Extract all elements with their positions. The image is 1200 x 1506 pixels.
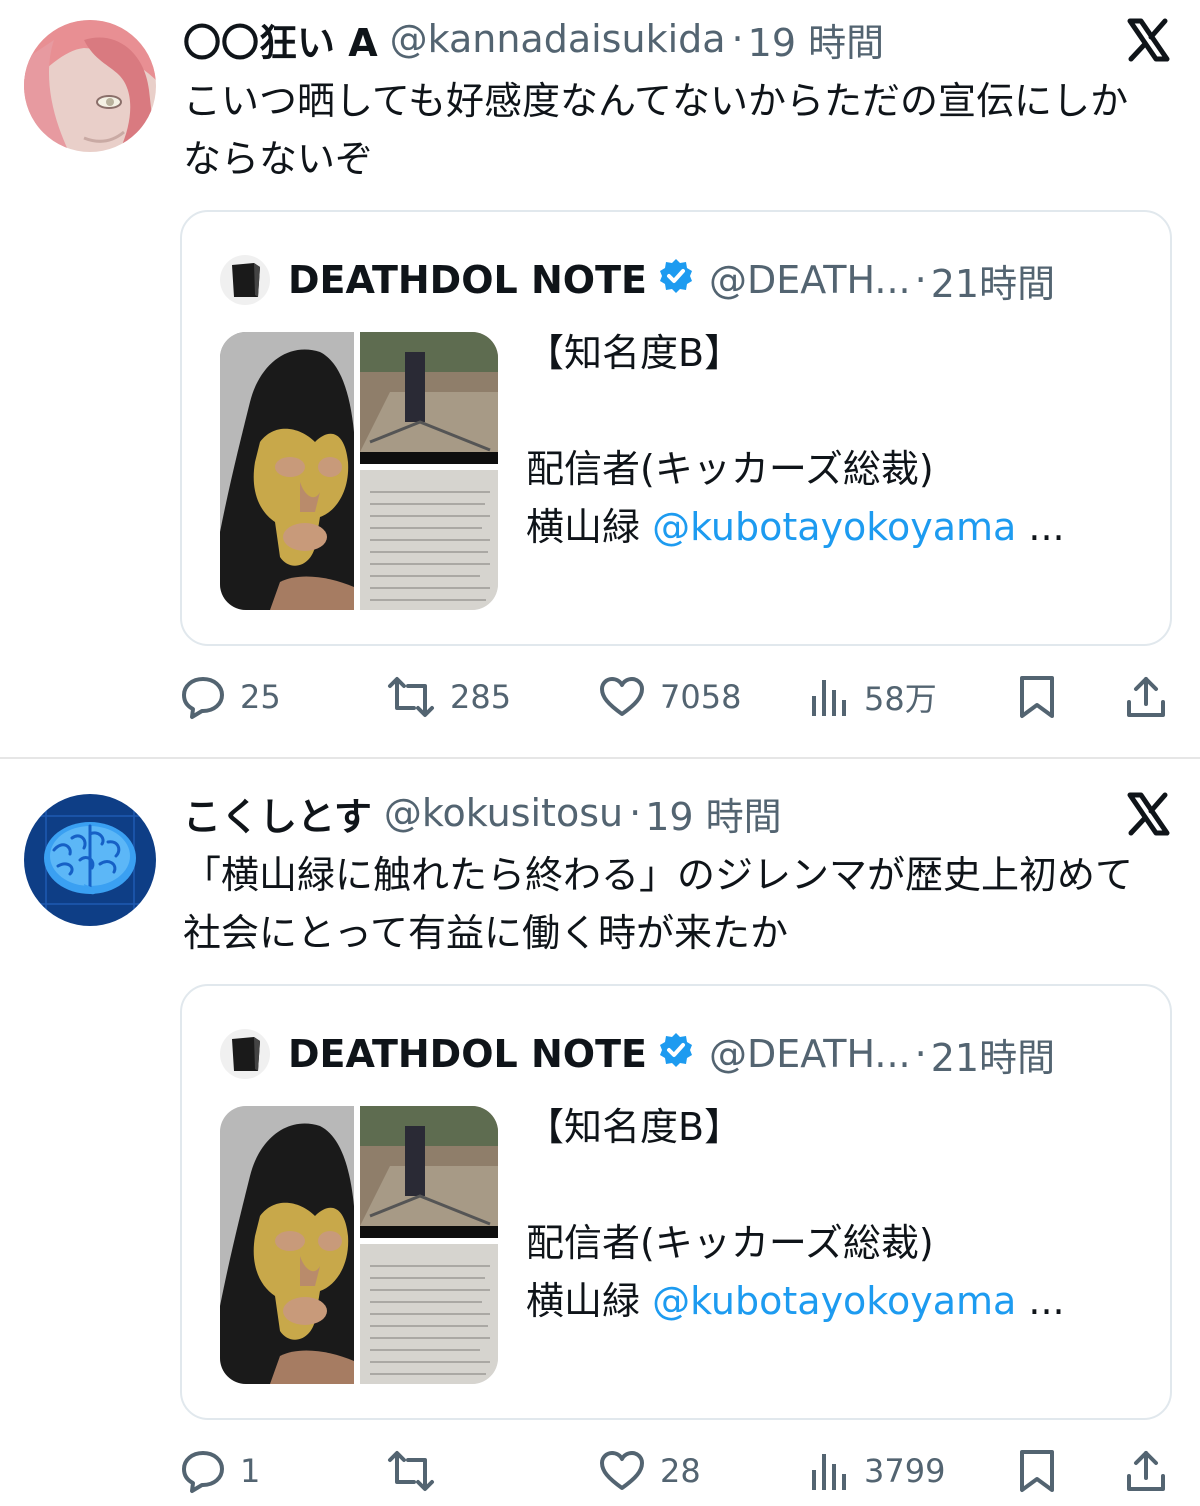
quote-text-line: 横山緑 @kubotayokoyama ... <box>526 1272 1146 1330</box>
like-icon <box>598 674 646 720</box>
quote-header: DEATHDOL NOTE @DEATH... · 21時間 <box>220 1024 1055 1084</box>
quote-display-name[interactable]: DEATHDOL NOTE <box>288 1032 647 1076</box>
x-logo-icon <box>1126 18 1170 62</box>
verified-badge-icon <box>657 1031 695 1078</box>
bookmark-icon <box>1016 674 1058 720</box>
user-handle[interactable]: @kannadaisukida <box>390 17 726 61</box>
mention-link[interactable]: @kubotayokoyama <box>652 505 1016 549</box>
display-name[interactable]: こくしとす <box>183 786 372 841</box>
share-icon <box>1124 674 1168 720</box>
tweet-text: こいつ晒しても好感度なんてないからただの宣伝にしかならないぞ <box>183 79 1129 181</box>
reply-icon <box>180 674 226 720</box>
quote-media-grid[interactable] <box>220 332 498 610</box>
quote-handle[interactable]: @DEATH... <box>709 258 911 302</box>
repost-count: 285 <box>450 678 512 716</box>
repost-button[interactable]: 285 <box>386 667 511 727</box>
tweet-text: 「横山緑に触れたら終わる」のジレンマが歴史上初めて社会にとって有益に働く時が来た… <box>183 853 1134 955</box>
quote-display-name[interactable]: DEATHDOL NOTE <box>288 258 647 302</box>
bookmark-icon <box>1016 1448 1058 1494</box>
avatar-pink-hair[interactable] <box>24 20 156 152</box>
quote-timestamp[interactable]: 21時間 <box>931 1027 1055 1082</box>
quote-handle[interactable]: @DEATH... <box>709 1032 911 1076</box>
notebook-avatar-icon[interactable] <box>220 255 270 305</box>
share-icon <box>1124 1448 1168 1494</box>
separator-dot: · <box>914 258 927 302</box>
quote-text-prefix: 横山緑 <box>526 505 653 549</box>
repost-icon <box>386 1448 436 1494</box>
quote-text-line <box>526 1156 1146 1214</box>
views-count: 58万 <box>864 680 937 718</box>
views-button[interactable]: 58万 <box>810 667 937 727</box>
quote-media-grid[interactable] <box>220 1106 498 1384</box>
user-handle[interactable]: @kokusitosu <box>384 791 623 835</box>
quote-text-line: 【知名度B】 <box>526 331 743 375</box>
bookmark-button[interactable] <box>1016 667 1058 727</box>
repost-button[interactable] <box>386 1441 450 1501</box>
views-count: 3799 <box>864 1452 946 1490</box>
like-count: 28 <box>660 1452 701 1490</box>
quote-timestamp[interactable]: 21時間 <box>931 253 1055 308</box>
repost-icon <box>386 674 436 720</box>
quoted-tweet[interactable]: DEATHDOL NOTE @DEATH... · 21時間 【知名度B】 配信… <box>180 210 1172 646</box>
separator-dot: · <box>731 17 744 61</box>
quoted-tweet[interactable]: DEATHDOL NOTE @DEATH... · 21時間 【知名度B】 配信… <box>180 984 1172 1420</box>
truncation-ellipsis: ... <box>1016 1279 1065 1323</box>
tweet-actions: 1 28 3799 <box>180 1441 1180 1501</box>
timestamp[interactable]: 19 時間 <box>645 786 781 841</box>
like-icon <box>598 1448 646 1494</box>
tweet-divider <box>0 757 1200 759</box>
like-button[interactable]: 28 <box>598 1441 701 1501</box>
quote-text-line: 横山緑 @kubotayokoyama ... <box>526 498 1146 556</box>
reply-count: 25 <box>240 678 281 716</box>
quote-text-line <box>526 382 1146 440</box>
reply-button[interactable]: 25 <box>180 667 281 727</box>
views-icon <box>810 1448 850 1494</box>
quote-text-line: 【知名度B】 <box>526 1105 743 1149</box>
separator-dot: · <box>629 791 642 835</box>
bookmark-button[interactable] <box>1016 1441 1058 1501</box>
quote-text: 【知名度B】 配信者(キッカーズ総裁) 横山緑 @kubotayokoyama … <box>526 1098 1146 1330</box>
reply-icon <box>180 1448 226 1494</box>
verified-badge-icon <box>657 257 695 304</box>
like-count: 7058 <box>660 678 742 716</box>
notebook-avatar-icon[interactable] <box>220 1029 270 1079</box>
truncation-ellipsis: ... <box>1016 505 1065 549</box>
timestamp[interactable]: 19 時間 <box>748 12 884 67</box>
quote-header: DEATHDOL NOTE @DEATH... · 21時間 <box>220 250 1055 310</box>
quote-text-line: 配信者(キッカーズ総裁) <box>526 447 934 491</box>
tweet-actions: 25 285 7058 58万 <box>180 667 1180 727</box>
tweet-2[interactable]: こくしとす @kokusitosu · 19 時間 「横山緑に触れたら終わる」の… <box>0 774 1200 1506</box>
share-button[interactable] <box>1124 1441 1168 1501</box>
views-button[interactable]: 3799 <box>810 1441 945 1501</box>
reply-count: 1 <box>240 1452 261 1490</box>
quote-text: 【知名度B】 配信者(キッカーズ総裁) 横山緑 @kubotayokoyama … <box>526 324 1146 556</box>
tweet-1[interactable]: 〇〇狂い A @kannadaisukida · 19 時間 こいつ晒しても好感… <box>0 0 1200 757</box>
reply-button[interactable]: 1 <box>180 1441 260 1501</box>
tweet-header: 〇〇狂い A @kannadaisukida · 19 時間 <box>183 12 884 67</box>
quote-text-prefix: 横山緑 <box>526 1279 653 1323</box>
quote-text-line: 配信者(キッカーズ総裁) <box>526 1221 934 1265</box>
views-icon <box>810 674 850 720</box>
mention-link[interactable]: @kubotayokoyama <box>652 1279 1016 1323</box>
tweet-header: こくしとす @kokusitosu · 19 時間 <box>183 786 782 841</box>
share-button[interactable] <box>1124 667 1168 727</box>
avatar-brain[interactable] <box>24 794 156 926</box>
separator-dot: · <box>914 1032 927 1076</box>
like-button[interactable]: 7058 <box>598 667 741 727</box>
display-name[interactable]: 〇〇狂い A <box>183 12 378 67</box>
x-logo-icon <box>1126 792 1170 836</box>
